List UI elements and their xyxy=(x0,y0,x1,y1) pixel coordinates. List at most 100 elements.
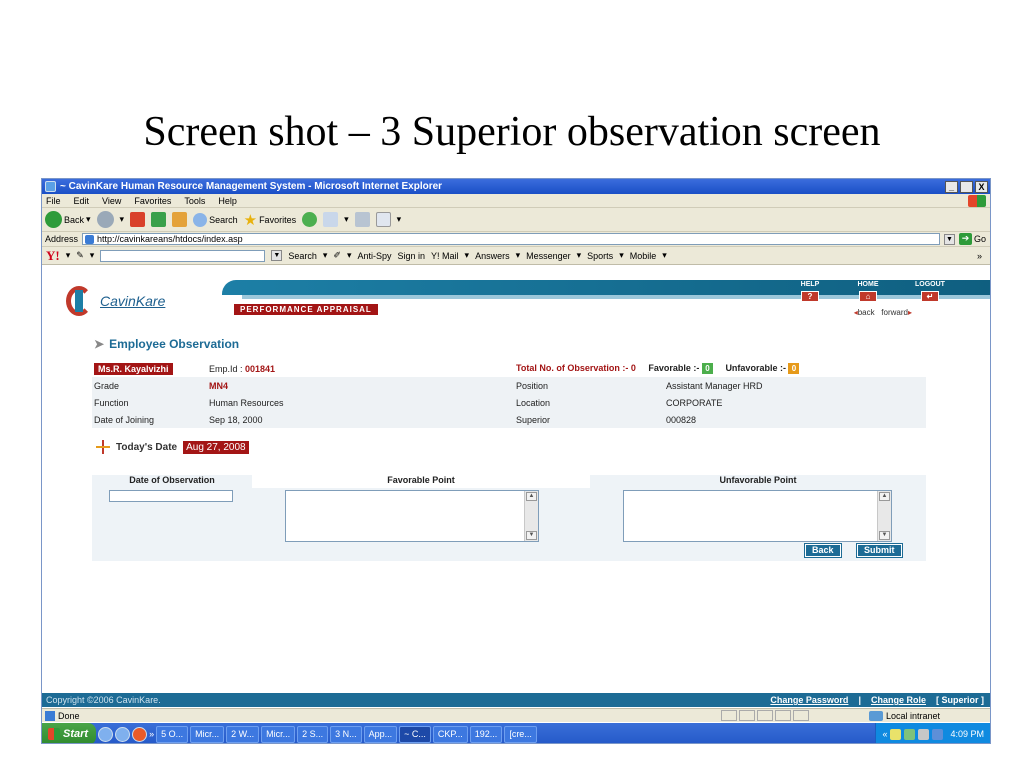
change-password-link[interactable]: Change Password xyxy=(770,695,848,705)
messenger-button[interactable]: Messenger xyxy=(526,251,571,261)
yahoo-search-button[interactable]: Search xyxy=(288,251,317,261)
go-button[interactable]: ➔ Go xyxy=(958,233,986,245)
yahoo-search-input[interactable] xyxy=(100,249,266,262)
scroll-up-icon[interactable]: ▲ xyxy=(879,492,890,501)
yahoo-logo[interactable]: Y! xyxy=(46,248,60,264)
mobile-button[interactable]: Mobile xyxy=(630,251,657,261)
tray-icon[interactable] xyxy=(918,728,930,740)
chevron-down-icon: ▾ xyxy=(322,250,328,260)
back-link[interactable]: back xyxy=(858,308,875,317)
nav-links: ◂back forward▸ xyxy=(854,308,912,317)
start-button[interactable]: Start xyxy=(42,723,97,743)
intranet-icon xyxy=(868,710,883,721)
date-of-observation-input[interactable] xyxy=(109,490,233,502)
menu-help[interactable]: Help xyxy=(218,196,237,206)
chevron-down-icon: ▾ xyxy=(464,250,470,260)
taskbar-task[interactable]: 192... xyxy=(469,725,503,743)
scroll-up-icon[interactable]: ▲ xyxy=(526,492,537,501)
forward-arrow-icon[interactable] xyxy=(96,211,114,228)
page-done-icon xyxy=(45,710,55,721)
taskbar-task[interactable]: 5 O... xyxy=(156,725,189,743)
status-cell xyxy=(738,710,755,721)
page-title: ➤ Employee Observation xyxy=(94,337,239,351)
address-input[interactable]: http://cavinkareans/htdocs/index.asp xyxy=(82,233,940,245)
back-button[interactable]: Back xyxy=(804,543,842,558)
scroll-down-icon[interactable]: ▼ xyxy=(526,531,537,540)
antispy-button[interactable]: Anti-Spy xyxy=(357,251,391,261)
change-role-link[interactable]: Change Role xyxy=(871,695,926,705)
signin-button[interactable]: Sign in xyxy=(397,251,425,261)
status-cell xyxy=(756,710,773,721)
menu-edit[interactable]: Edit xyxy=(74,196,90,206)
app-footer: Copyright ©2006 CavinKare. Change Passwo… xyxy=(42,693,990,707)
chevron-right-icon: ➤ xyxy=(94,337,105,351)
mail-icon[interactable] xyxy=(323,212,339,227)
address-bar: Address http://cavinkareans/htdocs/index… xyxy=(42,232,990,247)
menu-tools[interactable]: Tools xyxy=(184,196,205,206)
chevron-down-icon: ▾ xyxy=(396,214,402,224)
favorable-point-textarea[interactable]: ▲ ▼ xyxy=(285,490,539,542)
taskbar-task[interactable]: App... xyxy=(363,725,398,743)
refresh-icon[interactable] xyxy=(151,212,167,227)
print-icon[interactable] xyxy=(354,212,370,227)
address-dropdown-icon[interactable]: ▼ xyxy=(943,233,955,245)
logout-link[interactable]: LOGOUT ↵ xyxy=(905,281,955,302)
back-toolbar-button[interactable]: Back ▾ xyxy=(45,211,91,228)
quicklaunch-desktop-icon[interactable] xyxy=(98,726,114,742)
taskbar-task-active[interactable]: ~ C... xyxy=(399,725,431,743)
taskbar: Start » 5 O... Micr... 2 W... Micr... 2 … xyxy=(42,723,990,743)
sports-button[interactable]: Sports xyxy=(587,251,613,261)
pencil-icon[interactable]: ✎ xyxy=(76,250,84,261)
unfavorable-point-textarea[interactable]: ▲ ▼ xyxy=(623,490,892,542)
forward-link[interactable]: forward xyxy=(881,308,908,317)
clock[interactable]: 4:09 PM xyxy=(950,729,984,739)
standard-toolbar: Back ▾ ▾ Search ★ Favorites ▾ ▾ xyxy=(42,208,990,232)
submit-button[interactable]: Submit xyxy=(856,543,903,558)
scrollbar[interactable]: ▲ ▼ xyxy=(877,491,891,541)
home-icon: ⌂ xyxy=(859,291,877,302)
favorites-toolbar-button[interactable]: ★ Favorites xyxy=(244,211,296,229)
highlight-icon[interactable]: ✐ xyxy=(333,250,341,261)
quicklaunch-more-icon[interactable]: » xyxy=(149,729,154,739)
window-title: ~ CavinKare Human Resource Management Sy… xyxy=(60,181,443,192)
tray-icon[interactable] xyxy=(904,728,916,740)
minimize-button[interactable]: _ xyxy=(945,180,958,193)
observation-form: Date of Observation Favorable Point Unfa… xyxy=(92,475,926,561)
stop-icon[interactable] xyxy=(130,212,146,227)
taskbar-task[interactable]: CKP... xyxy=(432,725,468,743)
more-button[interactable]: » xyxy=(977,251,982,261)
search-toolbar-button[interactable]: Search xyxy=(193,212,238,227)
status-cells xyxy=(720,710,869,721)
home-link[interactable]: HOME ⌂ xyxy=(848,281,888,302)
taskbar-task[interactable]: 2 W... xyxy=(226,725,260,743)
cavinkare-logo[interactable]: CavinKare xyxy=(66,284,226,320)
scroll-down-icon[interactable]: ▼ xyxy=(879,531,890,540)
tray-icon[interactable] xyxy=(890,728,902,740)
taskbar-task[interactable]: 2 S... xyxy=(297,725,329,743)
system-tray: « 4:09 PM xyxy=(875,723,990,743)
taskbar-task[interactable]: Micr... xyxy=(190,725,225,743)
home-icon[interactable] xyxy=(172,212,188,227)
menu-file[interactable]: File xyxy=(46,196,61,206)
taskbar-task[interactable]: [cre... xyxy=(504,725,537,743)
star-icon: ★ xyxy=(243,211,258,229)
menu-view[interactable]: View xyxy=(102,196,121,206)
quicklaunch-ie-icon[interactable] xyxy=(115,726,131,742)
taskbar-task[interactable]: 3 N... xyxy=(330,725,362,743)
menu-favorites[interactable]: Favorites xyxy=(134,196,171,206)
taskbar-task[interactable]: Micr... xyxy=(261,725,296,743)
history-icon[interactable] xyxy=(302,212,318,227)
scrollbar[interactable]: ▲ ▼ xyxy=(524,491,538,541)
help-link[interactable]: HELP ? xyxy=(790,281,830,302)
mail-button[interactable]: Y! Mail xyxy=(431,251,459,261)
go-label: Go xyxy=(973,234,986,244)
answers-button[interactable]: Answers xyxy=(475,251,510,261)
tray-icon[interactable] xyxy=(932,728,944,740)
close-button[interactable]: X xyxy=(975,180,988,193)
yahoo-search-dropdown-icon[interactable]: ▼ xyxy=(271,250,283,261)
tray-expand-icon[interactable]: « xyxy=(882,729,887,739)
unfavorable-column-header: Unfavorable Point xyxy=(719,475,797,485)
quicklaunch-media-icon[interactable] xyxy=(132,726,148,742)
edit-icon[interactable] xyxy=(375,212,391,227)
maximize-button[interactable] xyxy=(960,180,973,193)
